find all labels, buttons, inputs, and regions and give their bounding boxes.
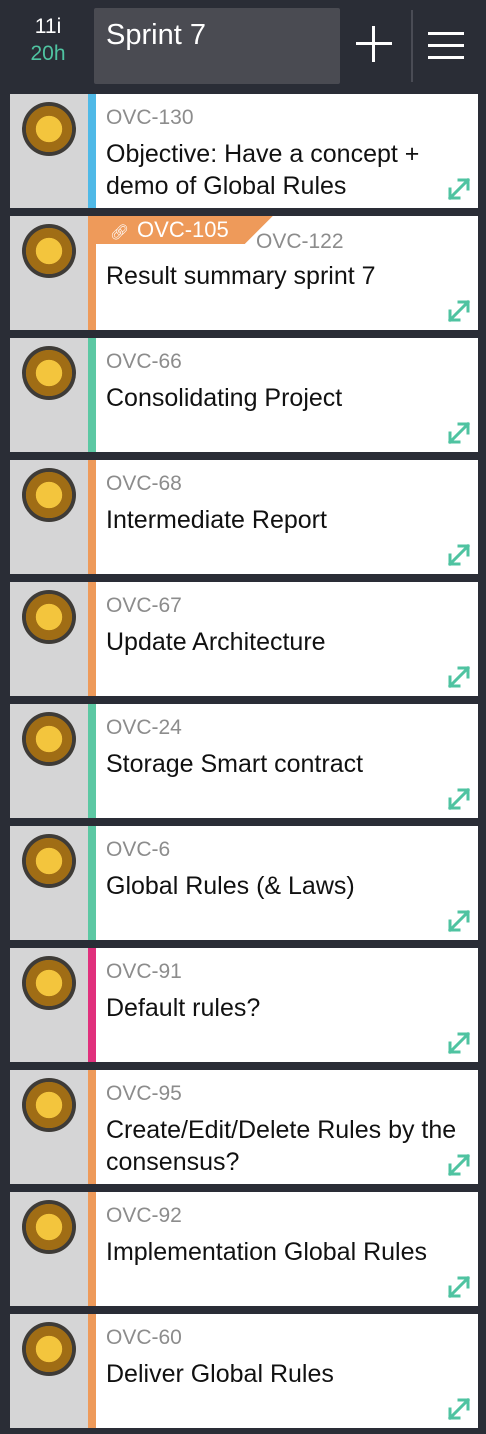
issue-card[interactable]: OVC-68 Intermediate Report — [10, 460, 478, 574]
expand-icon[interactable] — [446, 1396, 472, 1422]
sprint-title: Sprint 7 — [106, 19, 206, 51]
expand-icon[interactable] — [446, 908, 472, 934]
issue-card[interactable]: OVC-67 Update Architecture — [10, 582, 478, 696]
hours-estimate: 20h — [30, 42, 66, 65]
expand-icon[interactable] — [446, 176, 472, 202]
issue-card[interactable]: OVC-130 Objective: Have a concept + demo … — [10, 94, 478, 208]
assignee-column — [10, 460, 88, 574]
issue-card[interactable]: OVC-6 Global Rules (& Laws) — [10, 826, 478, 940]
avatar[interactable] — [22, 102, 76, 156]
assignee-column — [10, 1070, 88, 1184]
assignee-column — [10, 94, 88, 208]
assignee-column — [10, 582, 88, 696]
issue-card[interactable]: OVC-66 Consolidating Project — [10, 338, 478, 452]
issue-summary: Implementation Global Rules — [106, 1238, 427, 1266]
issue-key[interactable]: OVC-95 — [106, 1082, 182, 1106]
avatar[interactable] — [22, 1078, 76, 1132]
avatar[interactable] — [22, 346, 76, 400]
issue-card[interactable]: OVC-24 Storage Smart contract — [10, 704, 478, 818]
issue-count: 11i — [34, 15, 62, 38]
issue-key[interactable]: OVC-91 — [106, 960, 182, 984]
assignee-column — [10, 216, 88, 330]
expand-icon[interactable] — [446, 786, 472, 812]
status-stripe — [88, 338, 96, 452]
expand-icon[interactable] — [446, 1152, 472, 1178]
expand-icon[interactable] — [446, 1274, 472, 1300]
issue-card[interactable]: OVC-92 Implementation Global Rules — [10, 1192, 478, 1306]
status-stripe — [88, 460, 96, 574]
issue-summary: Create/Edit/Delete Rules by the consensu… — [106, 1116, 457, 1176]
parent-badge[interactable]: 🔗︎ OVC-105 — [96, 216, 273, 244]
issue-summary: Objective: Have a concept + demo of Glob… — [106, 140, 420, 200]
issue-card[interactable]: OVC-60 Deliver Global Rules — [10, 1314, 478, 1428]
status-stripe — [88, 1192, 96, 1306]
issue-card[interactable]: OVC-91 Default rules? — [10, 948, 478, 1062]
status-stripe — [88, 826, 96, 940]
hamburger-menu-icon[interactable] — [426, 26, 466, 66]
issue-summary: Intermediate Report — [106, 506, 327, 534]
header-divider — [411, 10, 413, 82]
status-stripe — [88, 1070, 96, 1184]
avatar[interactable] — [22, 590, 76, 644]
assignee-column — [10, 704, 88, 818]
issue-key[interactable]: OVC-130 — [106, 106, 194, 130]
issue-key[interactable]: OVC-66 — [106, 350, 182, 374]
assignee-column — [10, 338, 88, 452]
issue-card[interactable]: OVC-95 Create/Edit/Delete Rules by the co… — [10, 1070, 478, 1184]
issue-summary: Global Rules (& Laws) — [106, 872, 355, 900]
expand-icon[interactable] — [446, 542, 472, 568]
issue-key[interactable]: OVC-60 — [106, 1326, 182, 1350]
issue-summary: Deliver Global Rules — [106, 1360, 334, 1388]
assignee-column — [10, 948, 88, 1062]
avatar[interactable] — [22, 834, 76, 888]
avatar[interactable] — [22, 1200, 76, 1254]
sprint-stats: 11i 20h — [10, 14, 86, 68]
issue-summary: Storage Smart contract — [106, 750, 364, 778]
avatar[interactable] — [22, 468, 76, 522]
avatar[interactable] — [22, 712, 76, 766]
issue-summary: Update Architecture — [106, 628, 326, 656]
issue-summary: Consolidating Project — [106, 384, 343, 412]
sprint-title-field[interactable]: Sprint 7 — [94, 8, 340, 84]
issue-key[interactable]: OVC-92 — [106, 1204, 182, 1228]
expand-icon[interactable] — [446, 420, 472, 446]
parent-key: OVC-105 — [137, 217, 229, 242]
assignee-column — [10, 826, 88, 940]
avatar[interactable] — [22, 224, 76, 278]
status-stripe — [88, 1314, 96, 1428]
assignee-column — [10, 1314, 88, 1428]
plus-icon[interactable] — [350, 16, 398, 72]
issue-summary: Default rules? — [106, 994, 261, 1022]
avatar[interactable] — [22, 1322, 76, 1376]
expand-icon[interactable] — [446, 1030, 472, 1056]
status-stripe — [88, 704, 96, 818]
assignee-column — [10, 1192, 88, 1306]
link-icon: 🔗︎ — [110, 224, 130, 241]
issue-key[interactable]: OVC-68 — [106, 472, 182, 496]
expand-icon[interactable] — [446, 298, 472, 324]
status-stripe — [88, 94, 96, 208]
status-stripe — [88, 948, 96, 1062]
status-stripe — [88, 582, 96, 696]
avatar[interactable] — [22, 956, 76, 1010]
status-stripe — [88, 216, 96, 330]
issue-key[interactable]: OVC-6 — [106, 838, 170, 862]
issue-key[interactable]: OVC-122 — [256, 230, 344, 254]
issue-summary: Result summary sprint 7 — [106, 262, 376, 290]
issue-key[interactable]: OVC-67 — [106, 594, 182, 618]
issue-key[interactable]: OVC-24 — [106, 716, 182, 740]
expand-icon[interactable] — [446, 664, 472, 690]
header: 11i 20h Sprint 7 — [0, 0, 486, 92]
issue-card[interactable]: 🔗︎ OVC-105 OVC-122 Result summary sprint 7 — [10, 216, 478, 330]
